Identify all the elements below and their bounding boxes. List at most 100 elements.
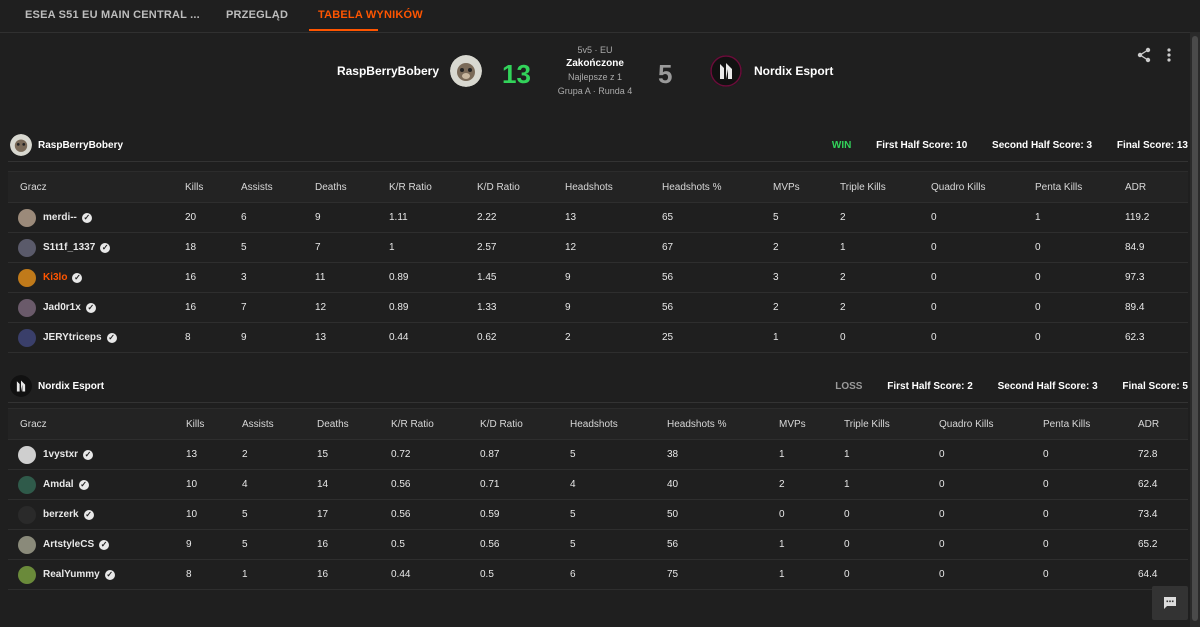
player-link[interactable]: S1t1f_1337 ✓ [8, 238, 185, 257]
team1-result: WIN [831, 140, 852, 151]
column-header: Triple Kills [844, 408, 939, 440]
stat-cell: 62.3 [1125, 322, 1188, 353]
player-link[interactable]: 1vystxr ✓ [8, 445, 186, 464]
player-link[interactable]: RealYummy ✓ [8, 565, 186, 584]
column-header: K/R Ratio [391, 408, 480, 440]
scrollbar-thumb[interactable] [1192, 36, 1198, 621]
stat-cell: 1 [779, 559, 844, 590]
table-row: berzerk ✓ 10 5 17 0.56 0.59 5 50 0 0 0 0 73.4 [8, 499, 1188, 530]
column-header: K/D Ratio [480, 408, 570, 440]
column-header: Deaths [317, 408, 391, 440]
player-cell: Jad0r1x ✓ [8, 292, 185, 323]
stat-cell: 16 [317, 559, 391, 590]
stat-cell: 2 [779, 469, 844, 500]
stat-cell: 5 [242, 529, 317, 560]
verified-icon: ✓ [83, 509, 94, 520]
stat-cell: 0.59 [480, 499, 570, 530]
player-link[interactable]: ArtstyleCS ✓ [8, 535, 186, 554]
stat-cell: 67 [662, 232, 773, 263]
stat-cell: 2 [773, 232, 840, 263]
stat-cell: 16 [185, 262, 241, 293]
player-link[interactable]: merdi-- ✓ [8, 208, 185, 227]
scrollbar[interactable] [1190, 32, 1200, 627]
column-header: Kills [186, 408, 242, 440]
player-link[interactable]: JERYtriceps ✓ [8, 328, 185, 347]
table-row: S1t1f_1337 ✓ 18 5 7 1 2.57 12 67 2 1 0 0 84.9 [8, 232, 1188, 263]
team1-name[interactable]: RaspBerryBobery [337, 64, 439, 78]
stat-cell: 0 [931, 232, 1035, 263]
column-header: MVPs [773, 171, 840, 203]
stat-cell: 0 [779, 499, 844, 530]
stat-cell: 5 [570, 529, 667, 560]
chat-button[interactable] [1152, 586, 1188, 620]
column-header: Assists [241, 171, 315, 203]
team2-first-half: First Half Score: 2 [887, 381, 973, 392]
stat-cell: 0 [1043, 559, 1138, 590]
verified-icon: ✓ [81, 212, 92, 223]
chat-icon [1163, 596, 1177, 615]
avatar [18, 535, 36, 554]
player-name: ArtstyleCS [43, 539, 95, 550]
stat-cell: 84.9 [1125, 232, 1188, 263]
more-vertical-icon[interactable] [1166, 47, 1172, 68]
verified-icon: ✓ [106, 332, 117, 343]
stat-cell: 6 [570, 559, 667, 590]
team2-result: LOSS [835, 381, 863, 392]
table-header-row: Gracz Kills Assists Deaths K/R Ratio K/D Rati… [8, 171, 1188, 203]
stat-cell: 11 [315, 262, 389, 293]
team1-section-name: RaspBerryBobery [38, 140, 124, 151]
avatar [18, 565, 36, 584]
stat-cell: 56 [662, 262, 773, 293]
team1-final: Final Score: 13 [1116, 140, 1188, 151]
avatar [18, 268, 36, 287]
stat-cell: 0 [939, 559, 1043, 590]
stat-cell: 6 [241, 202, 315, 233]
stat-cell: 0 [1035, 262, 1125, 293]
stat-cell: 0 [840, 322, 931, 353]
player-link[interactable]: Ki3lo ✓ [8, 268, 185, 287]
stat-cell: 1 [844, 469, 939, 500]
table-row: merdi-- ✓ 20 6 9 1.11 2.22 13 65 5 2 0 1 119.2 [8, 202, 1188, 233]
stat-cell: 0.62 [477, 322, 565, 353]
team1-logo[interactable] [450, 55, 482, 87]
avatar [18, 298, 36, 317]
team1-second-half: Second Half Score: 3 [992, 140, 1093, 151]
player-name: 1vystxr [43, 449, 79, 460]
match-header: RaspBerryBobery 13 5v5 · EU Zakończone N… [0, 33, 1200, 113]
column-header: Gracz [8, 408, 186, 440]
team2-name[interactable]: Nordix Esport [754, 64, 833, 78]
verified-icon: ✓ [104, 569, 115, 580]
stat-cell: 17 [317, 499, 391, 530]
tab-overview[interactable]: PRZEGLĄD [226, 9, 288, 21]
player-name: berzerk [43, 509, 79, 520]
player-link[interactable]: Jad0r1x ✓ [8, 298, 185, 317]
stat-cell: 13 [565, 202, 662, 233]
player-name: merdi-- [43, 212, 77, 223]
stat-cell: 3 [773, 262, 840, 293]
player-link[interactable]: berzerk ✓ [8, 505, 186, 524]
tab-tournament[interactable]: ESEA S51 EU MAIN CENTRAL ... [25, 9, 200, 21]
stat-cell: 0 [939, 529, 1043, 560]
stat-cell: 9 [565, 292, 662, 323]
stat-cell: 13 [315, 322, 389, 353]
stat-cell: 1 [844, 439, 939, 470]
stat-cell: 9 [241, 322, 315, 353]
stat-cell: 0 [1035, 292, 1125, 323]
stat-cell: 5 [570, 439, 667, 470]
column-header: Penta Kills [1035, 171, 1125, 203]
tab-scoreboard[interactable]: TABELA WYNIKÓW [318, 9, 423, 21]
team2-section-logo [10, 375, 32, 397]
column-header: Kills [185, 171, 241, 203]
share-icon[interactable] [1136, 47, 1152, 68]
stat-cell: 9 [315, 202, 389, 233]
column-header: Quadro Kills [931, 171, 1035, 203]
stat-cell: 0.5 [480, 559, 570, 590]
stat-cell: 0 [939, 439, 1043, 470]
team2-logo[interactable] [710, 55, 742, 87]
stat-cell: 0.89 [389, 292, 477, 323]
stat-cell: 2 [242, 439, 317, 470]
stat-cell: 0 [931, 262, 1035, 293]
player-link[interactable]: Amdal ✓ [8, 475, 186, 494]
stat-cell: 0.56 [480, 529, 570, 560]
player-cell: Ki3lo ✓ [8, 262, 185, 293]
